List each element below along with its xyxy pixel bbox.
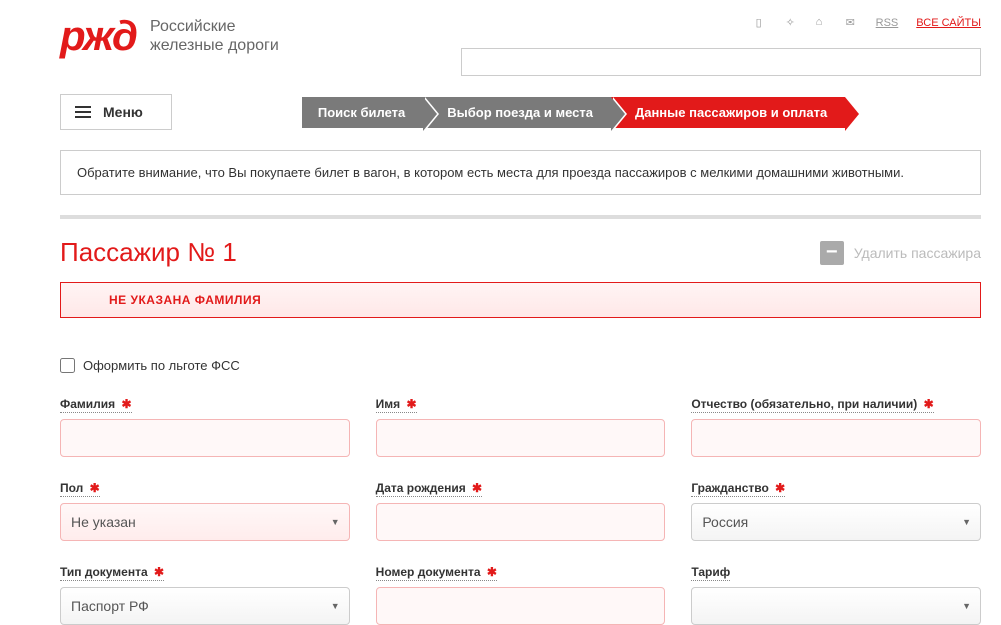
doc-type-label: Тип документа ✱ [60, 565, 164, 581]
rss-link[interactable]: RSS [876, 17, 899, 29]
logo[interactable]: ржд Российские железные дороги [60, 12, 279, 60]
expand-icon[interactable]: ✧ [786, 16, 798, 30]
tariff-label: Тариф [691, 565, 730, 581]
delete-passenger-icon[interactable]: − [820, 241, 844, 265]
passenger-title: Пассажир № 1 [60, 237, 237, 268]
birthdate-input[interactable] [376, 503, 666, 541]
gender-label: Пол ✱ [60, 481, 100, 497]
search-input[interactable] [461, 48, 981, 76]
breadcrumb: Поиск билета Выбор поезда и места Данные… [302, 97, 845, 128]
menu-label: Меню [103, 104, 143, 120]
hamburger-icon [75, 106, 91, 118]
mobile-icon[interactable]: ▯ [756, 16, 768, 30]
menu-button[interactable]: Меню [60, 94, 172, 130]
error-message: НЕ УКАЗАНА ФАМИЛИЯ [60, 282, 981, 318]
breadcrumb-step-select[interactable]: Выбор поезда и места [423, 97, 611, 128]
home-icon[interactable]: ⌂ [816, 16, 828, 30]
tariff-select[interactable] [691, 587, 981, 625]
birthdate-label: Дата рождения ✱ [376, 481, 482, 497]
patronymic-label: Отчество (обязательно, при наличии) ✱ [691, 397, 933, 413]
gender-select[interactable]: Не указан [60, 503, 350, 541]
breadcrumb-step-payment[interactable]: Данные пассажиров и оплата [611, 97, 845, 128]
divider [60, 215, 981, 219]
notice-box: Обратите внимание, что Вы покупаете биле… [60, 150, 981, 195]
doc-number-input[interactable] [376, 587, 666, 625]
patronymic-input[interactable] [691, 419, 981, 457]
citizenship-select[interactable]: Россия [691, 503, 981, 541]
top-links: ▯ ✧ ⌂ ✉ RSS ВСЕ САЙТЫ [756, 12, 981, 30]
all-sites-link[interactable]: ВСЕ САЙТЫ [916, 17, 981, 29]
delete-passenger-label[interactable]: Удалить пассажира [854, 245, 981, 261]
breadcrumb-step-search[interactable]: Поиск билета [302, 97, 423, 128]
surname-label: Фамилия ✱ [60, 397, 132, 413]
name-label: Имя ✱ [376, 397, 417, 413]
fss-checkbox[interactable] [60, 358, 75, 373]
doc-type-select[interactable]: Паспорт РФ [60, 587, 350, 625]
name-input[interactable] [376, 419, 666, 457]
surname-input[interactable] [60, 419, 350, 457]
fss-checkbox-row[interactable]: Оформить по льготе ФСС [60, 358, 981, 373]
logo-text: ржд [60, 12, 136, 60]
mail-icon[interactable]: ✉ [846, 16, 858, 30]
fss-label: Оформить по льготе ФСС [83, 358, 240, 373]
doc-number-label: Номер документа ✱ [376, 565, 497, 581]
logo-subtitle: Российские железные дороги [150, 17, 279, 55]
citizenship-label: Гражданство ✱ [691, 481, 785, 497]
